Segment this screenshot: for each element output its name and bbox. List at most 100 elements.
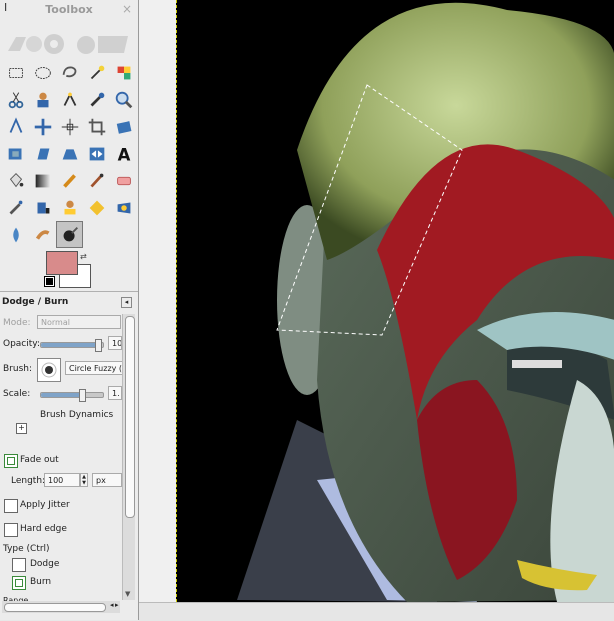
tool-button-fuzzy-select[interactable] [83,59,110,86]
eraser-icon [116,176,131,185]
default-colors-icon[interactable] [44,276,55,287]
length-spinner[interactable]: ▲ ▼ [80,473,88,487]
length-label: Length: [11,476,46,486]
text-icon: A [117,145,130,164]
apply-jitter-checkbox[interactable] [4,499,18,513]
color-selector[interactable]: ⇄ [44,251,92,289]
tool-button-paintbrush[interactable] [83,167,110,194]
toolbox-titlebar[interactable]: I Toolbox × [0,0,138,18]
dodge-label: Dodge [30,559,60,569]
tool-button-perspective[interactable] [56,140,83,167]
brush-circle-fuzzy-icon [41,362,57,378]
blend-icon [35,174,50,187]
burn-radio[interactable] [12,576,26,590]
tool-button-color-picker[interactable] [83,86,110,113]
opacity-slider-handle[interactable] [95,339,102,352]
tool-button-clone[interactable] [56,194,83,221]
crop-icon [88,118,105,135]
tool-button-smudge[interactable] [29,221,56,248]
dodge-burn-icon [63,226,78,241]
dodge-radio[interactable] [12,558,26,572]
canvas-image [177,0,614,602]
canvas-padding [139,0,176,602]
tool-button-flip[interactable] [83,140,110,167]
scroll-right-icon[interactable]: ▸ [115,601,119,609]
options-vertical-scrollbar[interactable]: ▼ [122,314,135,600]
tool-button-ink[interactable] [29,194,56,221]
mode-select[interactable]: Normal [37,315,121,329]
burn-label: Burn [30,577,52,587]
scale-slider-handle[interactable] [79,389,86,402]
measure-icon [9,116,22,133]
tool-button-rect-select[interactable] [2,59,29,86]
brush-preview[interactable] [37,358,61,382]
tool-button-heal[interactable] [83,194,110,221]
tool-button-dodge-burn[interactable] [56,221,83,248]
zoom-icon [115,91,132,108]
flip-icon [89,147,104,160]
shear-icon [37,148,49,159]
tool-button-paths[interactable] [56,86,83,113]
tool-button-lasso[interactable] [56,59,83,86]
tool-button-crop[interactable] [83,113,110,140]
tool-button-blend[interactable] [29,167,56,194]
options-menu-icon[interactable]: ◂ [121,297,132,308]
fade-out-checkbox[interactable] [4,454,18,468]
tool-button-airbrush[interactable] [2,194,29,221]
opacity-label: Opacity: [3,339,40,349]
canvas-horizontal-scrollbar[interactable] [139,602,614,621]
opacity-slider[interactable] [40,339,104,352]
tool-button-rotate[interactable] [110,113,137,140]
fade-out-label: Fade out [20,455,59,465]
tool-button-eraser[interactable] [110,167,137,194]
brush-dynamics-label: Brush Dynamics [40,410,114,420]
length-unit-select[interactable]: px [92,473,122,487]
tool-button-shear[interactable] [29,140,56,167]
tool-button-blur[interactable] [2,221,29,248]
tool-button-align[interactable] [56,113,83,140]
ink-icon [37,202,49,213]
tool-button-zoom[interactable] [110,86,137,113]
toolbox-title: Toolbox [45,3,93,16]
scale-slider[interactable] [40,389,104,402]
expand-dynamics-icon[interactable]: + [16,423,27,434]
scroll-down-icon[interactable]: ▼ [125,590,130,598]
lasso-icon [62,65,76,77]
tool-button-ellipse-select[interactable] [29,59,56,86]
smudge-icon [35,229,50,240]
rotate-icon [116,120,131,134]
select-by-color-icon [117,66,130,79]
scrollbar-thumb[interactable] [125,316,135,518]
brush-name-field[interactable]: Circle Fuzzy ( [65,361,123,375]
opacity-input[interactable]: 10 [108,336,122,350]
clone-icon [64,200,75,214]
svg-text:A: A [117,145,130,164]
tool-button-foreground-select[interactable] [29,86,56,113]
tool-button-text[interactable]: A [110,140,137,167]
scale-icon [8,148,21,159]
tool-button-pencil[interactable] [56,167,83,194]
scroll-left-icon[interactable]: ◂ [110,601,114,609]
tool-button-select-by-color[interactable] [110,59,137,86]
tool-button-measure[interactable] [2,113,29,140]
tool-options-title: Dodge / Burn [2,297,69,307]
tool-button-scale[interactable] [2,140,29,167]
wilber-logo-icon [8,34,128,54]
scale-input[interactable]: 1. [108,386,122,400]
foreground-color-swatch[interactable] [46,251,78,275]
hscroll-thumb[interactable] [4,603,106,612]
options-horizontal-scrollbar[interactable]: ◂ ▸ [2,601,120,613]
tool-button-bucket-fill[interactable] [2,167,29,194]
length-input[interactable]: 100 [44,473,80,487]
tool-button-move[interactable] [29,113,56,140]
image-window [139,0,614,621]
image-canvas[interactable] [176,0,614,602]
close-icon[interactable]: × [122,2,132,16]
swap-colors-icon[interactable]: ⇄ [80,252,87,261]
tool-grid: A [2,59,137,248]
hard-edge-checkbox[interactable] [4,523,18,537]
tool-button-scissors[interactable] [2,86,29,113]
tool-button-perspective-clone[interactable] [110,194,137,221]
type-label: Type (Ctrl) [3,544,50,554]
paths-icon [63,91,76,106]
